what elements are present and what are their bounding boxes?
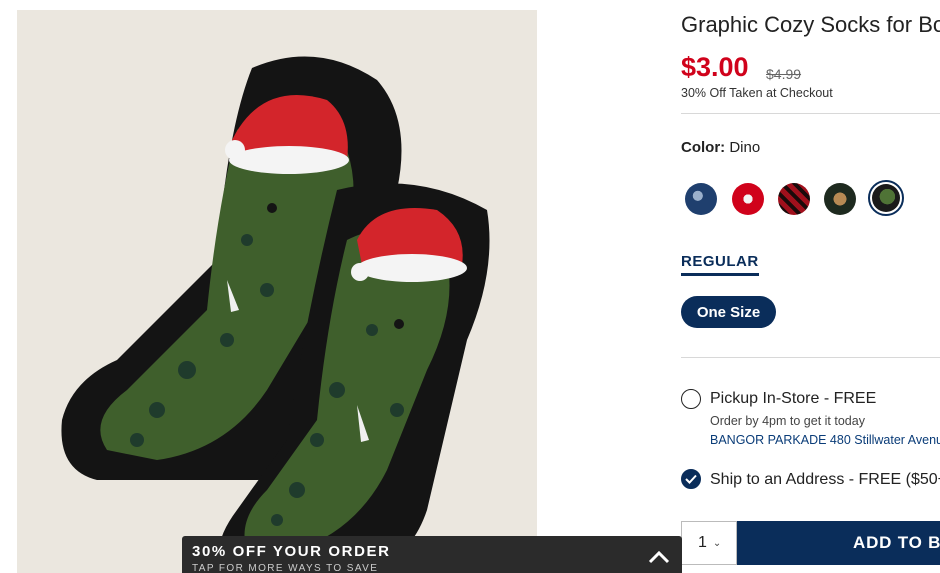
chevron-up-icon[interactable] bbox=[648, 550, 670, 564]
color-value: Dino bbox=[729, 139, 761, 156]
color-label: Color: bbox=[681, 139, 726, 156]
swatch-red-snowflake[interactable] bbox=[732, 183, 764, 215]
color-selection: Color: Dino bbox=[681, 139, 760, 156]
swatch-red-plaid[interactable] bbox=[778, 183, 810, 215]
ship-label[interactable]: Ship to an Address - FREE ($50+) bbox=[710, 471, 940, 489]
chevron-down-icon: ⌄ bbox=[712, 537, 722, 549]
color-swatches bbox=[681, 178, 940, 224]
pickup-radio[interactable] bbox=[681, 389, 701, 409]
divider bbox=[681, 113, 940, 114]
promo-banner-title: 30% OFF YOUR ORDER bbox=[192, 543, 391, 560]
promo-banner[interactable]: 30% OFF YOUR ORDER TAP FOR MORE WAYS TO … bbox=[182, 536, 682, 573]
swatch-dino-inner bbox=[872, 184, 900, 212]
swatch-navy-print[interactable] bbox=[685, 183, 717, 215]
tab-regular-fit[interactable]: REGULAR bbox=[681, 253, 759, 276]
add-to-bag-button[interactable]: ADD TO BAG bbox=[737, 521, 940, 565]
swatch-teddy-bear[interactable] bbox=[824, 183, 856, 215]
promo-text: 30% Off Taken at Checkout bbox=[681, 86, 833, 100]
pickup-label[interactable]: Pickup In-Store - FREE bbox=[710, 390, 876, 408]
product-info-panel: Graphic Cozy Socks for Boys $3.00 $4.99 … bbox=[681, 0, 940, 573]
store-link[interactable]: BANGOR PARKADE 480 Stillwater Avenue bbox=[710, 433, 940, 447]
divider bbox=[681, 357, 940, 358]
sale-price: $3.00 bbox=[681, 52, 749, 82]
swatch-dino[interactable] bbox=[868, 180, 904, 216]
quantity-value: 1 bbox=[698, 534, 707, 551]
pickup-note: Order by 4pm to get it today bbox=[710, 414, 865, 428]
checkmark-icon bbox=[685, 474, 697, 484]
ship-radio[interactable] bbox=[681, 469, 701, 489]
product-image[interactable] bbox=[17, 10, 537, 573]
sock-illustration bbox=[17, 10, 537, 573]
product-title: Graphic Cozy Socks for Boys bbox=[681, 12, 940, 37]
size-option-button[interactable]: One Size bbox=[681, 296, 776, 328]
original-price: $4.99 bbox=[766, 66, 802, 82]
promo-banner-subtitle: TAP FOR MORE WAYS TO SAVE bbox=[192, 563, 379, 573]
quantity-select[interactable]: 1 ⌄ bbox=[681, 521, 737, 565]
